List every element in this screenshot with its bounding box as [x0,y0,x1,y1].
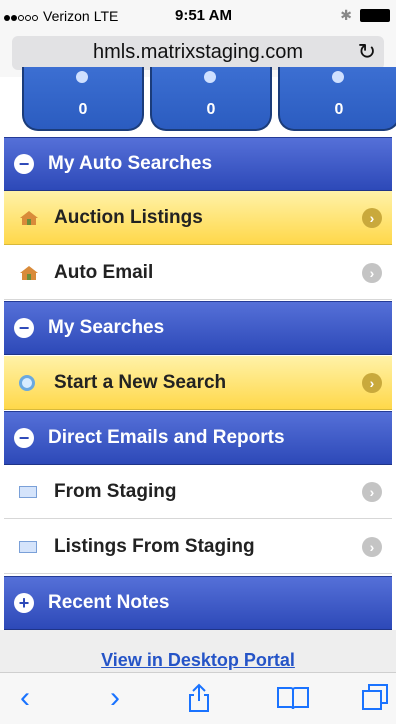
carrier-name: Verizon [43,8,90,24]
section-header-my-searches[interactable]: − My Searches [4,301,392,355]
footer-area: View in Desktop Portal [0,630,396,678]
signal-area: Verizon LTE [4,8,118,24]
envelope-icon [18,538,40,556]
chevron-right-icon: › [362,207,382,228]
section-header-direct-emails[interactable]: − Direct Emails and Reports [4,411,392,465]
section-title: My Searches [48,317,165,338]
section-header-recent-notes[interactable]: + Recent Notes [4,576,392,630]
house-icon [18,209,40,227]
back-icon[interactable]: ‹ [20,681,30,715]
summary-tile[interactable]: 0 [278,67,396,131]
list-item-listings-from-staging[interactable]: Listings From Staging › [4,520,392,574]
browser-toolbar: ‹ › [0,672,396,724]
section-title: Recent Notes [48,592,170,613]
item-label: Start a New Search [54,371,227,393]
list-item-auto-email[interactable]: Auto Email › [4,246,392,300]
reload-icon[interactable]: ↻ [358,39,376,65]
list-item-from-staging[interactable]: From Staging › [4,465,392,519]
list-item-start-new-search[interactable]: Start a New Search › [4,356,392,410]
expand-icon[interactable]: + [14,593,34,613]
battery-icon [360,9,390,22]
magnifier-icon [18,374,40,392]
url-text[interactable]: hmls.matrixstaging.com [12,41,384,64]
house-icon [18,264,40,282]
section-title: Direct Emails and Reports [48,427,285,448]
chevron-right-icon: › [362,481,382,502]
tabs-icon[interactable] [360,683,390,721]
chevron-right-icon: › [362,262,382,283]
chevron-right-icon: › [362,372,382,393]
tile-count: 0 [334,101,344,118]
item-label: Auto Email [54,261,154,283]
collapse-icon[interactable]: − [14,428,34,448]
status-bar: Verizon LTE 9:51 AM ✱ [0,0,396,32]
signal-dots-icon [4,8,39,24]
tile-count: 0 [78,101,88,118]
list-item-auction-listings[interactable]: Auction Listings › [4,191,392,245]
summary-tiles: 0 0 0 [0,67,396,137]
bluetooth-icon: ✱ [340,7,352,23]
status-icons: ✱ [340,7,390,24]
item-label: Auction Listings [54,206,203,228]
forward-icon[interactable]: › [110,681,120,715]
tile-icon [332,71,344,83]
item-label: From Staging [54,480,177,502]
tile-icon [76,71,88,83]
clock: 9:51 AM [175,7,232,24]
network-type: LTE [93,8,119,24]
summary-tile[interactable]: 0 [22,67,144,131]
section-header-auto-searches[interactable]: − My Auto Searches [4,137,392,191]
share-icon[interactable] [186,683,212,721]
collapse-icon[interactable]: − [14,154,34,174]
tile-icon [204,71,216,83]
url-field[interactable]: hmls.matrixstaging.com ↻ [12,36,384,70]
desktop-portal-link[interactable]: View in Desktop Portal [101,650,295,671]
section-title: My Auto Searches [48,153,213,174]
chevron-right-icon: › [362,536,382,557]
collapse-icon[interactable]: − [14,318,34,338]
tile-count: 0 [206,101,216,118]
item-label: Listings From Staging [54,535,255,557]
envelope-icon [18,483,40,501]
summary-tile[interactable]: 0 [150,67,272,131]
bookmarks-icon[interactable] [276,685,310,719]
